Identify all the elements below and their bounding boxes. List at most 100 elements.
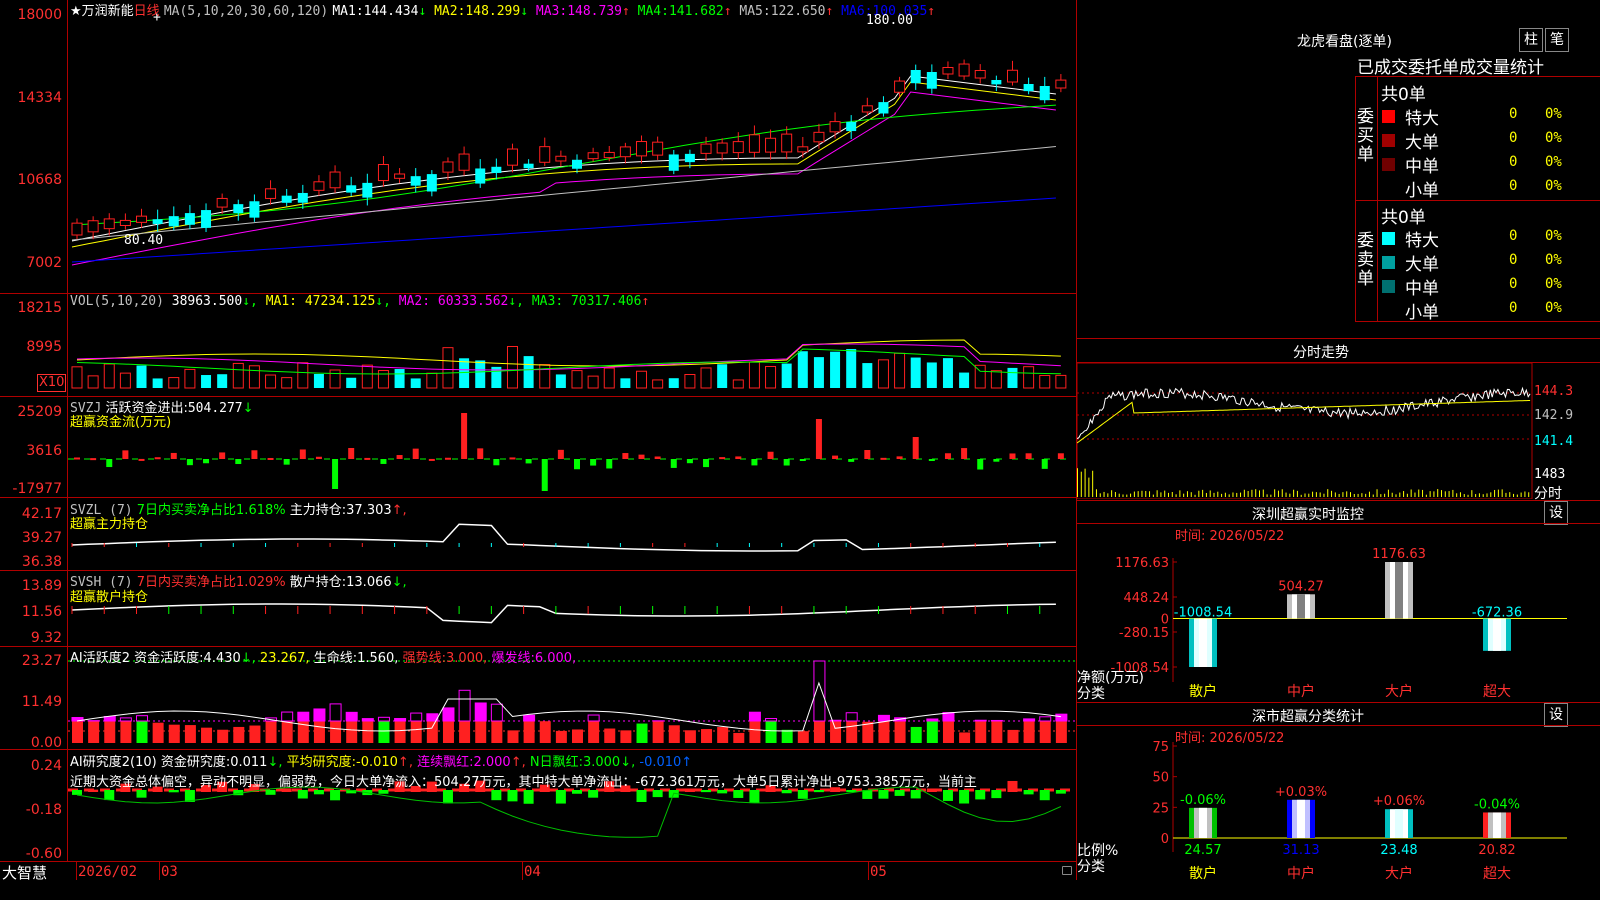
candlestick-chart[interactable] <box>68 0 1076 862</box>
monitor-settings-button[interactable]: 设 <box>1544 501 1568 525</box>
sell-row-swatch-3 <box>1382 304 1395 317</box>
bar-value-label: 504.27 <box>1278 579 1324 594</box>
candle-body-down <box>426 174 437 192</box>
svzl-hold-value: 37.303 <box>346 503 392 518</box>
intraday-volume-bar <box>1149 491 1151 497</box>
intraday-volume-bar <box>1194 494 1196 497</box>
svzj-bar <box>138 458 145 461</box>
tick-mode-button[interactable]: 笔 <box>1545 28 1569 52</box>
category-label: 超大 <box>1483 684 1511 700</box>
vol-ma2-value: 60333.562 <box>430 294 509 309</box>
candle-body-down <box>991 80 1002 85</box>
ai-active-bar-top <box>974 719 987 722</box>
ai-active-bar <box>588 721 600 743</box>
ai-active-bar-top <box>345 711 358 722</box>
sell-row-swatch-2 <box>1382 280 1395 293</box>
svzj-bar <box>767 451 774 459</box>
ai-active-bar-top <box>329 703 342 722</box>
ai-active-bar <box>781 729 793 743</box>
ai-active-bar <box>749 721 761 743</box>
ai-active-bar <box>88 721 100 743</box>
candle-body-up <box>71 222 83 236</box>
kline-panel[interactable]: ★万润新能日线 MA(5,10,20,30,60,120) MA1:144.43… <box>0 0 1077 882</box>
ai-active-bar-top <box>990 719 1003 722</box>
svzj-bar <box>799 459 806 461</box>
ai-research-axis-mid: -0.18 <box>25 802 62 818</box>
intraday-volume-bar <box>1463 494 1465 497</box>
classify-settings-button[interactable]: 设 <box>1544 703 1568 727</box>
candle-body-down <box>201 210 212 228</box>
vol-value: 38963.500 <box>171 294 243 309</box>
bar-中户 <box>1287 799 1315 838</box>
volume-bar <box>201 375 212 388</box>
bar-大户 <box>1385 562 1413 619</box>
intraday-volume-bar <box>1164 490 1166 497</box>
ma3-value: 148.739 <box>567 4 622 19</box>
intraday-volume-bar <box>1422 489 1424 497</box>
lock-icon[interactable] <box>1062 866 1072 875</box>
intraday-volume-bar <box>1350 492 1351 497</box>
svzj-bar <box>428 458 435 461</box>
bar-core <box>1395 809 1403 838</box>
candle-body-up <box>781 133 793 153</box>
ai-active-bar-top <box>1055 713 1068 722</box>
bar-mode-button[interactable]: 柱 <box>1519 28 1543 52</box>
intraday-volume-bar <box>1224 492 1226 497</box>
ai-research-bar <box>701 790 712 793</box>
svzj-bar <box>557 449 564 459</box>
ai-research-bar <box>442 790 453 804</box>
ai-active-bar-top <box>313 708 326 722</box>
ai-active-bar-top <box>1023 718 1036 722</box>
ai-active-bar <box>491 721 503 743</box>
ai-research-bar <box>265 790 276 795</box>
svzl-title: 超赢主力持仓 <box>70 517 149 532</box>
volume-bar <box>394 369 405 388</box>
vol-ma3-label: MA3: <box>531 294 564 309</box>
candle-body-up <box>216 197 228 208</box>
volume-bar <box>184 368 196 389</box>
candle-body-up <box>539 146 551 163</box>
buy-row-label-0: 特大 <box>1405 109 1439 129</box>
intraday-volume-bar <box>1179 490 1181 497</box>
ai-active-bar <box>652 721 664 743</box>
intraday-volume-bar <box>1528 492 1530 497</box>
intraday-volume-bar <box>1331 490 1333 497</box>
ai-active-bar <box>572 729 583 743</box>
sell-row-pct-1: 0% <box>1545 252 1562 268</box>
candle-body-up <box>700 143 712 154</box>
sell-row-count-3: 0 <box>1509 300 1518 316</box>
ai-research-bar <box>975 790 986 800</box>
n-day-red-label: N日飘红: <box>529 755 583 770</box>
stock-name[interactable]: 万润新能 <box>82 4 134 19</box>
right-panel: 龙虎看盘(逐单) 柱 笔 已成交委托单成交量统计 委买单 共0单 特大 0 0% 大单… <box>1077 0 1600 900</box>
candle-body-up <box>636 141 648 157</box>
vol-unit-badge[interactable]: X10 <box>37 374 67 392</box>
candle-body-down <box>297 192 308 203</box>
intraday-volume-bar <box>1262 489 1264 497</box>
ai-research-bar <box>297 790 308 799</box>
intraday-volume-bar <box>1312 491 1314 497</box>
monitor-bar-chart[interactable]: 1176.63448.240-280.15-1008.54-1008.54散户5… <box>1077 540 1600 700</box>
classify-bar-chart[interactable]: 75 50 25 0 -0.06% 散户 +0.03% 中户 +0.06% 大户 -0.04% 超大 2… <box>1077 740 1600 900</box>
intraday-volume-bar <box>1494 489 1496 497</box>
ai-active-bar-top <box>442 707 455 722</box>
candle-body-down <box>668 154 679 171</box>
intraday-volume-bar <box>1186 491 1188 497</box>
ai-active-axis-top: 23.27 <box>21 653 62 669</box>
star-icon[interactable]: ★ <box>70 4 82 19</box>
candle-body-up <box>732 141 744 154</box>
intraday-axis-1: 144.3 <box>1534 384 1574 399</box>
axis-tick-label: 0 <box>1161 832 1169 847</box>
volume-bar <box>555 374 566 388</box>
candle-body-down <box>523 163 534 169</box>
axis-7002: 7002 <box>26 255 62 271</box>
candle-body-up <box>829 121 841 133</box>
ai-active-bar <box>120 721 132 743</box>
volume-bar <box>652 379 664 389</box>
category-label: 大户 <box>1385 865 1413 882</box>
intraday-chart[interactable] <box>1077 363 1600 499</box>
ai-active-bar <box>233 726 245 743</box>
svzj-bar <box>364 457 371 460</box>
ai-active-bar <box>604 728 616 743</box>
volume-bar <box>377 370 389 389</box>
